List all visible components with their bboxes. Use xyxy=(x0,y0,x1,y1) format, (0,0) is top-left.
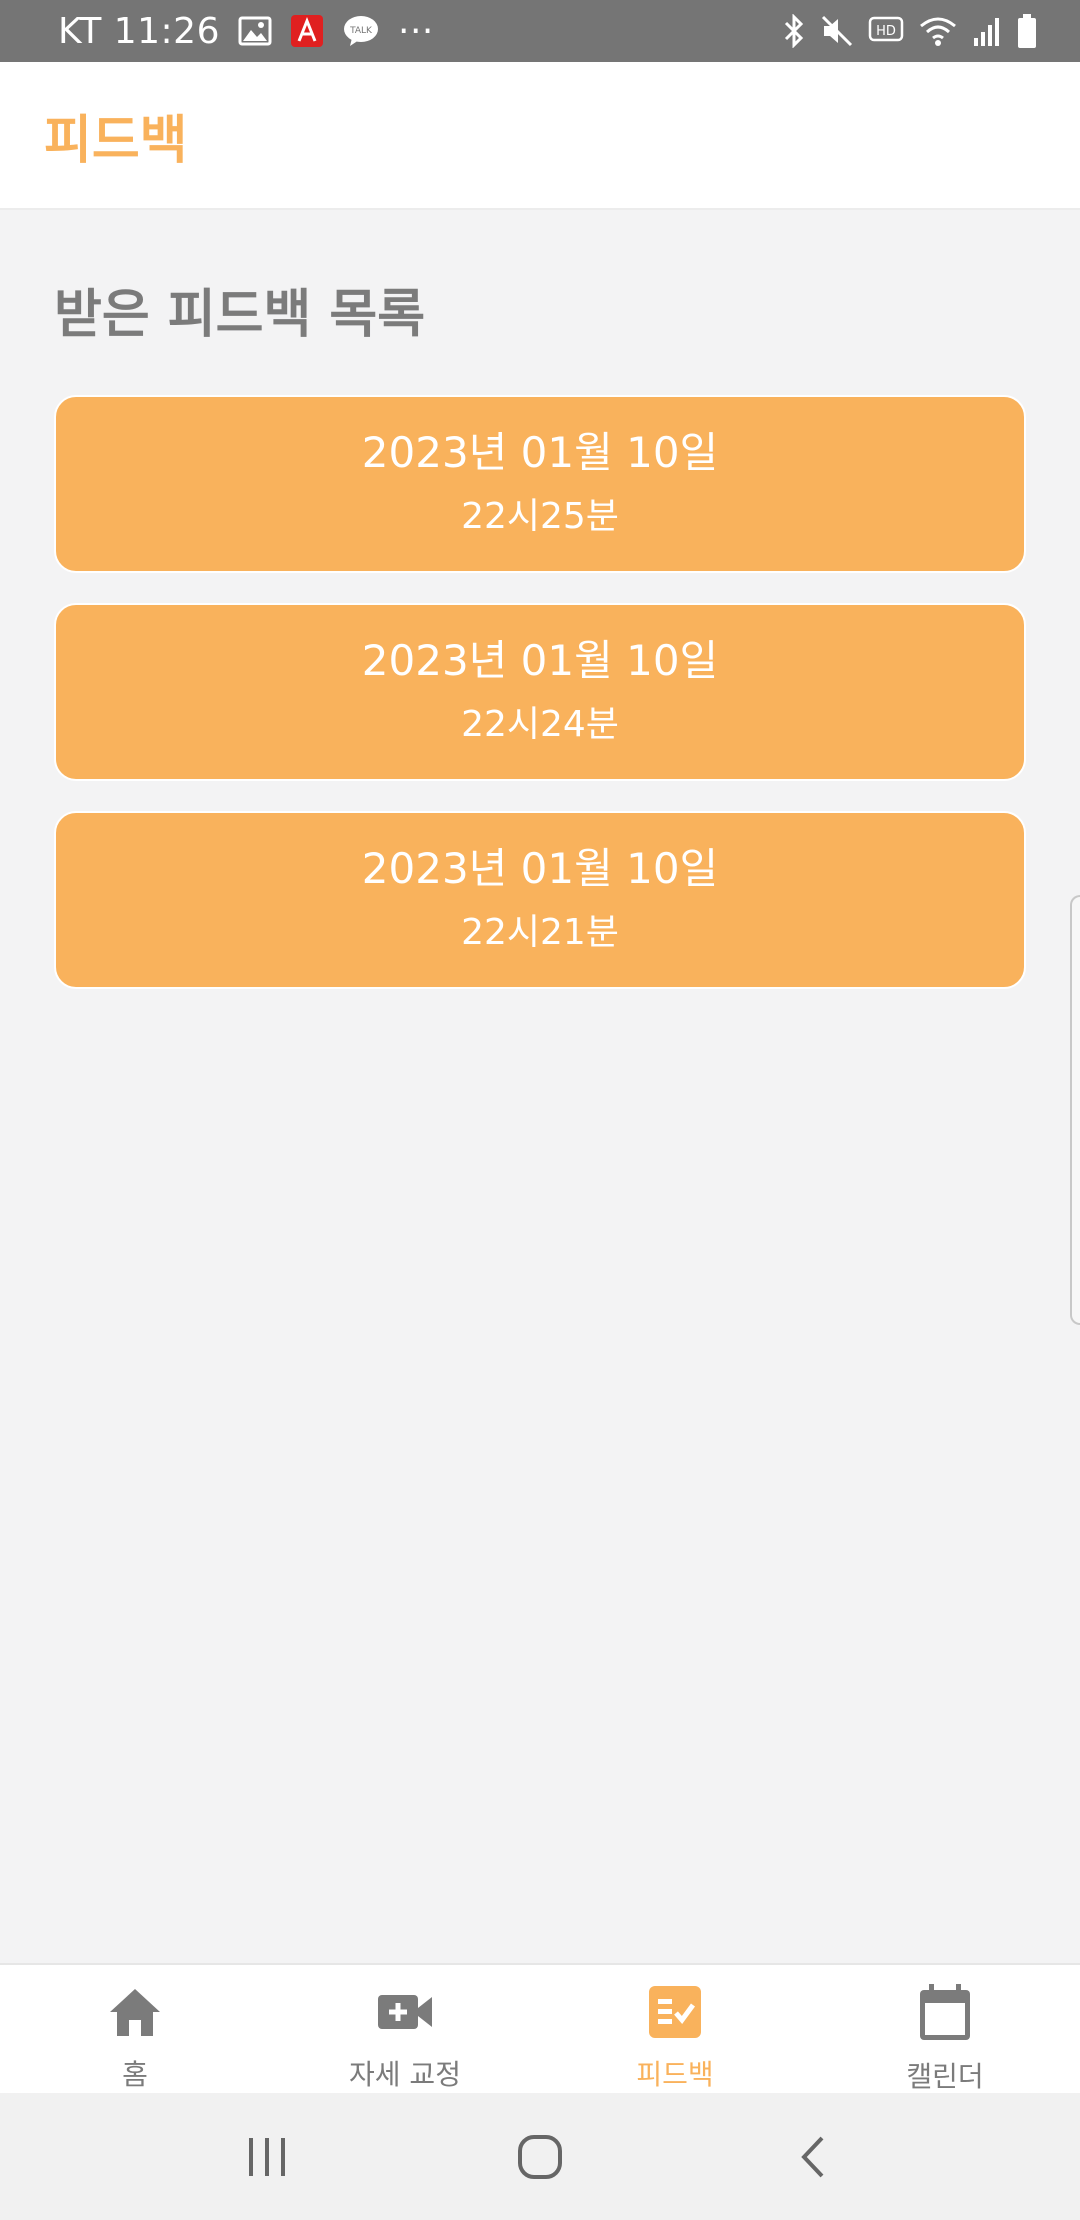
hd-voice-icon: HD xyxy=(868,16,904,46)
feedback-card[interactable]: 2023년 01월 10일 22시21분 xyxy=(54,811,1026,989)
edge-panel-handle[interactable] xyxy=(1070,895,1080,1325)
checklist-icon xyxy=(644,1983,706,2041)
feedback-time: 22시24분 xyxy=(461,704,619,745)
gallery-notification-icon xyxy=(238,16,272,46)
page-title: 피드백 xyxy=(44,110,188,171)
status-bar: KT 11:26 TALK ··· HD xyxy=(0,0,1080,62)
nav-item-feedback[interactable]: 피드백 xyxy=(540,1965,810,2093)
talk-notification-icon: TALK xyxy=(342,14,380,48)
app-bar: 피드백 xyxy=(0,62,1080,210)
status-left: KT 11:26 TALK ··· xyxy=(58,11,434,52)
more-notifications-icon: ··· xyxy=(398,10,434,52)
system-nav-bar xyxy=(0,2093,1080,2220)
nav-label: 피드백 xyxy=(636,2058,714,2091)
screen: KT 11:26 TALK ··· HD 피드백 받은 피드백 목록 2023년… xyxy=(0,0,1080,2220)
feedback-time: 22시21분 xyxy=(461,912,619,953)
section-title: 받은 피드백 목록 xyxy=(54,285,426,345)
feedback-time: 22시25분 xyxy=(461,496,619,537)
svg-text:TALK: TALK xyxy=(349,26,373,36)
nav-label: 캘린더 xyxy=(906,2060,984,2093)
wifi-icon xyxy=(918,14,958,48)
nav-label: 홈 xyxy=(122,2058,148,2091)
home-circle-icon[interactable] xyxy=(490,2117,590,2197)
mute-icon xyxy=(820,14,854,48)
nav-item-posture[interactable]: 자세 교정 xyxy=(270,1965,540,2093)
feedback-card[interactable]: 2023년 01월 10일 22시24분 xyxy=(54,603,1026,781)
recent-apps-icon[interactable] xyxy=(217,2117,317,2197)
nav-item-home[interactable]: 홈 xyxy=(0,1965,270,2093)
bluetooth-icon xyxy=(782,14,806,48)
back-icon[interactable] xyxy=(763,2117,863,2197)
calendar-icon xyxy=(914,1983,976,2043)
nav-label: 자세 교정 xyxy=(349,2058,461,2091)
battery-icon xyxy=(1016,13,1038,49)
signal-icon xyxy=(972,14,1002,48)
nav-item-calendar[interactable]: 캘린더 xyxy=(810,1965,1080,2093)
video-add-icon xyxy=(374,1983,436,2041)
home-icon xyxy=(104,1983,166,2041)
acrobat-notification-icon xyxy=(290,14,324,48)
svg-text:HD: HD xyxy=(876,24,896,39)
feedback-date: 2023년 01월 10일 xyxy=(361,428,719,477)
feedback-date: 2023년 01월 10일 xyxy=(361,844,719,893)
feedback-card[interactable]: 2023년 01월 10일 22시25분 xyxy=(54,395,1026,573)
bottom-nav: 홈 자세 교정 피드백 캘린더 xyxy=(0,1963,1080,2093)
carrier-time: KT 11:26 xyxy=(58,10,220,52)
status-right: HD xyxy=(782,13,1038,49)
feedback-list: 2023년 01월 10일 22시25분 2023년 01월 10일 22시24… xyxy=(54,395,1026,1019)
feedback-date: 2023년 01월 10일 xyxy=(361,636,719,685)
